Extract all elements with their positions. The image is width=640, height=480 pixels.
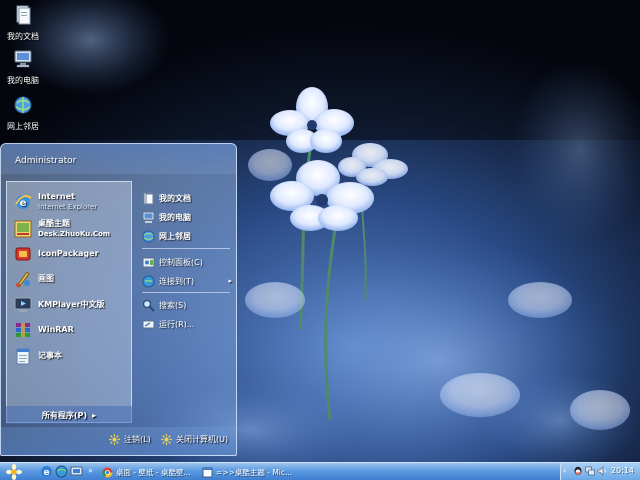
task-label: 桌面 - 壁纸 - 桌酷壁... bbox=[116, 467, 191, 477]
svg-text:e: e bbox=[43, 468, 49, 478]
run-icon bbox=[142, 320, 155, 328]
paint-icon bbox=[16, 271, 30, 288]
taskbar: e » 桌面 - 壁纸 - 桌酷壁... =>>桌酷主题 - Mic... ‹ bbox=[0, 462, 640, 480]
place-label: 我的电脑 bbox=[159, 212, 191, 222]
zhuoku-icon bbox=[14, 220, 32, 238]
place-search[interactable]: 搜索(S) bbox=[142, 297, 232, 313]
program-name: KMPlayer中文版 bbox=[38, 300, 105, 309]
internet-explorer-icon: e bbox=[15, 195, 32, 209]
my-documents-icon bbox=[16, 5, 31, 25]
network-places-icon bbox=[142, 230, 155, 242]
logoff-icon bbox=[109, 434, 120, 445]
place-network[interactable]: 网上邻居 bbox=[142, 228, 232, 244]
quicklaunch-expand-icon[interactable]: » bbox=[88, 466, 93, 475]
network-tray-icon[interactable] bbox=[585, 466, 595, 476]
logoff-label: 注销(L) bbox=[124, 435, 151, 444]
start-menu: Administrator e Internet Internet Explor… bbox=[0, 143, 237, 456]
place-label: 网上邻居 bbox=[159, 231, 191, 241]
winrar-icon bbox=[16, 323, 30, 337]
window-icon bbox=[202, 467, 213, 477]
connect-to-icon bbox=[142, 275, 155, 287]
program-item-paint[interactable]: 画图 bbox=[13, 268, 131, 290]
program-item-kmplayer[interactable]: KMPlayer中文版 bbox=[13, 294, 131, 316]
program-name: 桌酷主题 bbox=[38, 219, 70, 228]
place-my-computer[interactable]: 我的电脑 bbox=[142, 209, 232, 225]
separator bbox=[142, 292, 230, 293]
iconpackager-icon bbox=[15, 247, 31, 261]
qq-tray-icon[interactable] bbox=[573, 466, 583, 476]
desktop-icon-label: 我的文档 bbox=[7, 32, 39, 41]
task-button-theme[interactable]: =>>桌酷主题 - Mic... bbox=[200, 464, 300, 480]
arrow-right-icon: ▸ bbox=[92, 410, 97, 420]
program-name: 画图 bbox=[38, 274, 54, 283]
place-my-documents[interactable]: 我的文档 bbox=[142, 190, 232, 206]
start-menu-header: Administrator bbox=[1, 144, 236, 174]
submenu-arrow-icon: ▸ bbox=[228, 277, 232, 285]
network-places-icon bbox=[14, 96, 32, 114]
place-connect-to[interactable]: 连接到(T) ▸ bbox=[142, 273, 232, 289]
start-button[interactable] bbox=[3, 464, 25, 480]
place-run[interactable]: 运行(R)... bbox=[142, 316, 232, 332]
my-documents-icon bbox=[143, 192, 154, 204]
logoff-button[interactable]: 注销(L) bbox=[109, 434, 151, 445]
volume-tray-icon[interactable] bbox=[597, 466, 607, 476]
place-label: 运行(R)... bbox=[159, 319, 195, 329]
task-label: =>>桌酷主题 - Mic... bbox=[216, 467, 293, 477]
all-programs-label: 所有程序(P) bbox=[41, 410, 88, 420]
start-menu-footer: 注销(L) 关闭计算机(U) bbox=[1, 427, 236, 455]
desktop-icon-network-places[interactable]: 网上邻居 bbox=[0, 94, 46, 132]
place-label: 控制面板(C) bbox=[159, 257, 203, 267]
control-panel-icon bbox=[142, 257, 155, 267]
desktop-icon-label: 我的电脑 bbox=[7, 76, 39, 85]
program-item-internet[interactable]: e Internet Internet Explorer bbox=[13, 191, 131, 213]
globe-quicklaunch-icon[interactable] bbox=[55, 465, 68, 478]
notepad-icon bbox=[16, 348, 30, 365]
search-icon bbox=[142, 299, 155, 312]
program-subtitle: Internet Explorer bbox=[38, 203, 98, 211]
program-name: Internet bbox=[38, 192, 75, 201]
program-item-iconpackager[interactable]: IconPackager bbox=[13, 243, 131, 265]
user-name: Administrator bbox=[15, 156, 77, 166]
program-name: 记事本 bbox=[38, 351, 62, 360]
separator bbox=[142, 248, 230, 249]
place-label: 搜索(S) bbox=[159, 300, 187, 310]
desktop-icon-my-computer[interactable]: 我的电脑 bbox=[0, 48, 46, 86]
program-name: IconPackager bbox=[38, 249, 99, 258]
my-computer-icon bbox=[14, 50, 32, 68]
shutdown-label: 关闭计算机(U) bbox=[176, 435, 229, 444]
tray-expand-icon[interactable]: ‹ bbox=[563, 466, 566, 476]
shutdown-button[interactable]: 关闭计算机(U) bbox=[161, 434, 228, 445]
places-list: 我的文档 我的电脑 网上邻居 控制面板(C) 连接到(T) ▸ 搜索(S) 运行… bbox=[138, 188, 234, 428]
chrome-icon bbox=[102, 467, 113, 477]
start-flower-icon bbox=[6, 464, 22, 480]
all-programs-button[interactable]: 所有程序(P) ▸ bbox=[6, 406, 132, 424]
desktop-quicklaunch-icon[interactable] bbox=[70, 465, 83, 478]
task-button-browser[interactable]: 桌面 - 壁纸 - 桌酷壁... bbox=[100, 464, 198, 480]
desktop-icon-label: 网上邻居 bbox=[7, 122, 39, 131]
program-subtitle: Desk.ZhuoKu.Com bbox=[38, 230, 111, 238]
clock[interactable]: 20:14 bbox=[611, 466, 634, 475]
place-control-panel[interactable]: 控制面板(C) bbox=[142, 254, 232, 270]
program-item-winrar[interactable]: WinRAR bbox=[13, 319, 131, 341]
program-item-zhuoku[interactable]: 桌酷主题 Desk.ZhuoKu.Com bbox=[13, 218, 131, 240]
program-item-notepad[interactable]: 记事本 bbox=[13, 345, 131, 367]
shutdown-icon bbox=[161, 434, 172, 445]
my-computer-icon bbox=[142, 211, 155, 223]
system-tray: ‹ 20:14 bbox=[560, 463, 640, 480]
place-label: 我的文档 bbox=[159, 193, 191, 203]
program-list: e Internet Internet Explorer 桌酷主题 Desk.Z… bbox=[6, 181, 132, 423]
kmplayer-icon bbox=[14, 297, 32, 312]
desktop-icon-my-documents[interactable]: 我的文档 bbox=[0, 4, 46, 42]
program-name: WinRAR bbox=[38, 325, 74, 334]
ie-quicklaunch-icon[interactable]: e bbox=[40, 465, 53, 478]
place-label: 连接到(T) bbox=[159, 276, 195, 286]
svg-text:e: e bbox=[20, 198, 27, 209]
